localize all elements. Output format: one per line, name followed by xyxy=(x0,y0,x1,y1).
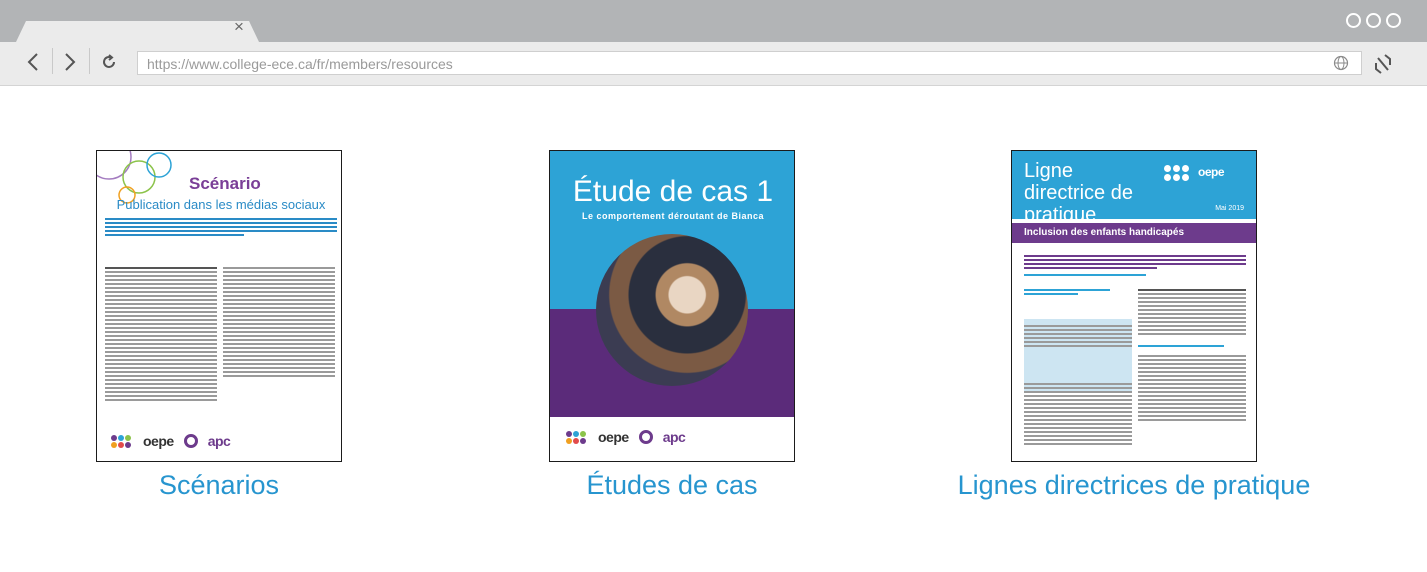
apc-logo-icon xyxy=(183,434,198,448)
document-title: Ligne directrice de pratique xyxy=(1024,160,1133,226)
resource-caption[interactable]: Scénarios xyxy=(96,470,342,501)
body-text xyxy=(105,267,335,401)
oepe-logo-icon xyxy=(566,430,588,444)
oepe-logo-text: oepe xyxy=(1198,165,1225,179)
browser-tab[interactable] xyxy=(16,21,259,42)
close-icon[interactable]: × xyxy=(231,18,247,35)
apc-logo-text: apc xyxy=(662,429,686,445)
cover-photo xyxy=(596,234,748,386)
url-text: https://www.college-ece.ca/fr/members/re… xyxy=(147,56,453,72)
apc-logo-text: apc xyxy=(207,433,231,449)
back-icon xyxy=(27,53,38,71)
apc-logo-icon xyxy=(638,430,653,444)
document-title: Scénario xyxy=(189,174,261,193)
document-title: Étude de cas 1 xyxy=(572,175,774,208)
document-thumbnail[interactable]: Ligne directrice de pratique oepe Mai 20… xyxy=(1011,150,1257,462)
browser-toolbar: https://www.college-ece.ca/fr/members/re… xyxy=(0,42,1427,86)
browser-tab-bar: × xyxy=(0,0,1427,42)
globe-icon[interactable] xyxy=(1333,55,1349,71)
oepe-logo-text: oepe xyxy=(598,429,629,445)
window-control-dot[interactable] xyxy=(1366,13,1381,28)
address-bar[interactable]: https://www.college-ece.ca/fr/members/re… xyxy=(137,51,1362,75)
reload-button[interactable] xyxy=(92,48,126,76)
document-subtitle: Le comportement déroutant de Bianca xyxy=(581,211,765,221)
intro-text-block xyxy=(105,218,337,260)
back-button[interactable] xyxy=(16,48,50,76)
resource-caption[interactable]: Études de cas xyxy=(549,470,795,501)
intro-text xyxy=(1024,255,1246,276)
toolbar-divider xyxy=(89,48,90,74)
extension-icon[interactable] xyxy=(1373,54,1393,74)
document-subtitle: Inclusion des enfants handicapés xyxy=(1024,227,1185,238)
forward-icon xyxy=(65,53,76,71)
window-control-dot[interactable] xyxy=(1346,13,1361,28)
document-thumbnail[interactable]: Scénario Publication dans les médias soc… xyxy=(96,150,342,462)
window-control-dot[interactable] xyxy=(1386,13,1401,28)
oepe-logo-text: oepe xyxy=(143,433,174,449)
document-subtitle: Publication dans les médias sociaux xyxy=(116,197,326,212)
partner-logos: oepe apc xyxy=(111,433,231,449)
partner-logos: oepe apc xyxy=(566,429,686,445)
document-thumbnail[interactable]: Étude de cas 1 Le comportement déroutant… xyxy=(549,150,795,462)
resource-caption[interactable]: Lignes directrices de pratique xyxy=(953,470,1315,501)
forward-button[interactable] xyxy=(53,48,87,76)
document-date: Mai 2019 xyxy=(1215,205,1244,212)
reload-icon xyxy=(103,54,115,68)
oepe-logo-icon xyxy=(111,434,133,448)
body-text xyxy=(1024,289,1246,445)
oepe-logo-icon xyxy=(1164,165,1192,181)
window-controls xyxy=(1346,13,1401,28)
